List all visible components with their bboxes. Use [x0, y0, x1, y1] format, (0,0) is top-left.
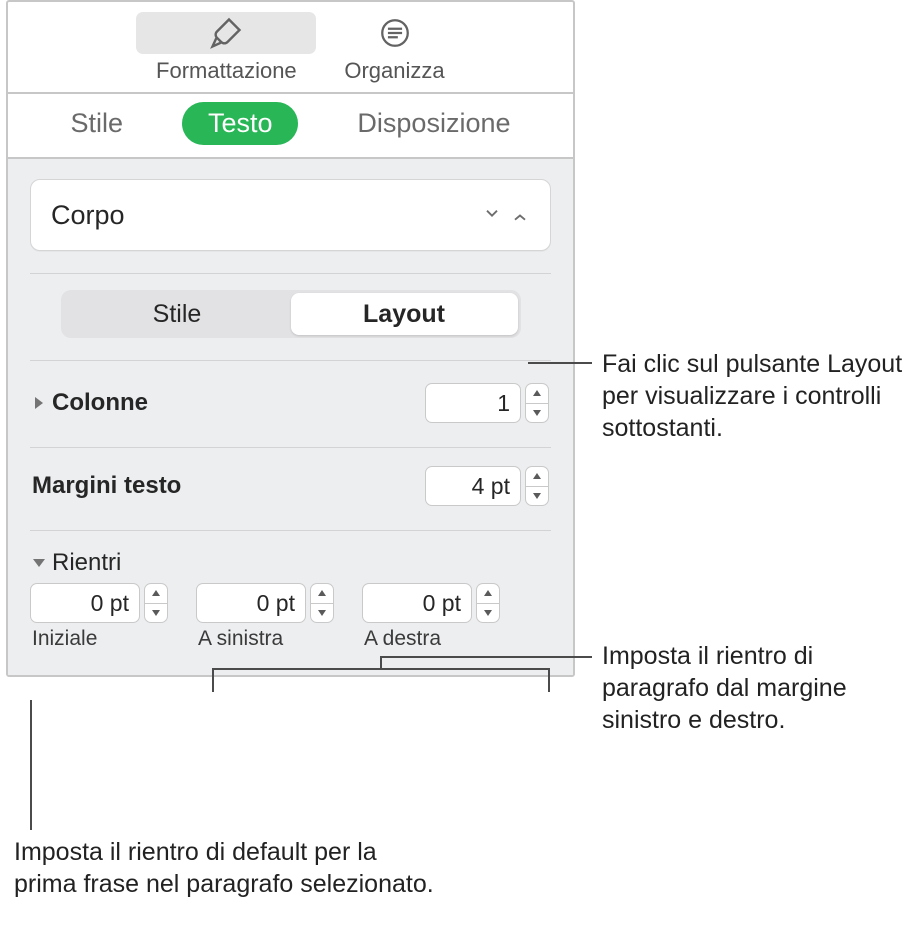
- columns-label: Colonne: [52, 389, 148, 417]
- arrange-icon-wrap: [365, 12, 425, 54]
- indent-left-step-up[interactable]: [310, 583, 334, 603]
- indent-right-label: A destra: [364, 627, 441, 651]
- callout-line: [380, 656, 592, 658]
- indent-left-label: A sinistra: [198, 627, 283, 651]
- tab-style[interactable]: Stile: [44, 102, 149, 145]
- indent-right-step-down[interactable]: [476, 603, 500, 624]
- columns-step-down[interactable]: [525, 403, 549, 424]
- separator: [30, 530, 551, 531]
- paragraph-style-value: Corpo: [51, 200, 125, 231]
- tab-layout[interactable]: Disposizione: [331, 102, 536, 145]
- topbar-format-label: Formattazione: [156, 58, 297, 84]
- inspector-tabs: Stile Testo Disposizione: [8, 94, 573, 159]
- separator: [30, 447, 551, 448]
- text-margins-step-up[interactable]: [525, 466, 549, 486]
- topbar-arrange[interactable]: Organizza: [344, 12, 444, 84]
- inspector-panel: Formattazione Organizza Stile Testo Disp…: [6, 0, 575, 677]
- chevron-down-icon: [482, 200, 530, 231]
- text-margins-input[interactable]: 4 pt: [425, 466, 521, 506]
- paragraph-style-select[interactable]: Corpo: [30, 179, 551, 251]
- indent-left-col: 0 pt A sinistra: [196, 583, 334, 651]
- indent-right-input[interactable]: 0 pt: [362, 583, 472, 623]
- indent-left-step-down[interactable]: [310, 603, 334, 624]
- indent-first-step-up[interactable]: [144, 583, 168, 603]
- indent-first-stepper: 0 pt: [30, 583, 168, 623]
- columns-step-up[interactable]: [525, 383, 549, 403]
- indent-left-stepper: 0 pt: [196, 583, 334, 623]
- callout-left-right: Imposta il rientro di paragrafo dal marg…: [602, 640, 918, 736]
- text-margins-label: Margini testo: [32, 472, 181, 500]
- callout-line: [30, 700, 32, 830]
- subtab-style[interactable]: Stile: [64, 293, 291, 335]
- topbar: Formattazione Organizza: [8, 2, 573, 94]
- indent-right-step-up[interactable]: [476, 583, 500, 603]
- chevron-down-icon[interactable]: [32, 557, 46, 569]
- callout-line: [212, 668, 214, 692]
- indent-first-label: Iniziale: [32, 627, 97, 651]
- callout-first: Imposta il rientro di default per la pri…: [14, 836, 434, 900]
- separator: [30, 273, 551, 274]
- topbar-format[interactable]: Formattazione: [136, 12, 316, 84]
- callout-line: [528, 362, 592, 364]
- topbar-arrange-label: Organizza: [344, 58, 444, 84]
- text-margins-step-down[interactable]: [525, 486, 549, 507]
- indent-controls: 0 pt Iniziale 0 pt A sinistra: [30, 583, 551, 651]
- columns-row: Colonne 1: [30, 377, 551, 429]
- text-inspector-body: Corpo Stile Layout Colonne 1: [8, 159, 573, 675]
- subtab-layout[interactable]: Layout: [291, 293, 518, 335]
- format-icon-wrap: [136, 12, 316, 54]
- tab-text[interactable]: Testo: [182, 102, 299, 145]
- text-subtabs: Stile Layout: [61, 290, 521, 338]
- columns-stepper: 1: [425, 383, 549, 423]
- indent-left-input[interactable]: 0 pt: [196, 583, 306, 623]
- callout-layout: Fai clic sul pulsante Layout per visuali…: [602, 348, 918, 444]
- indent-first-col: 0 pt Iniziale: [30, 583, 168, 651]
- separator: [30, 360, 551, 361]
- indent-first-step-down[interactable]: [144, 603, 168, 624]
- indent-right-stepper: 0 pt: [362, 583, 500, 623]
- chevron-right-icon[interactable]: [32, 395, 46, 411]
- indent-right-col: 0 pt A destra: [362, 583, 500, 651]
- text-margins-row: Margini testo 4 pt: [30, 460, 551, 512]
- paintbrush-icon: [208, 15, 244, 51]
- columns-input[interactable]: 1: [425, 383, 521, 423]
- callout-line: [212, 668, 550, 670]
- indents-row: Rientri: [30, 543, 551, 577]
- callout-line: [548, 668, 550, 692]
- indent-first-input[interactable]: 0 pt: [30, 583, 140, 623]
- text-margins-stepper: 4 pt: [425, 466, 549, 506]
- arrange-icon: [378, 16, 412, 50]
- indents-label: Rientri: [52, 549, 121, 577]
